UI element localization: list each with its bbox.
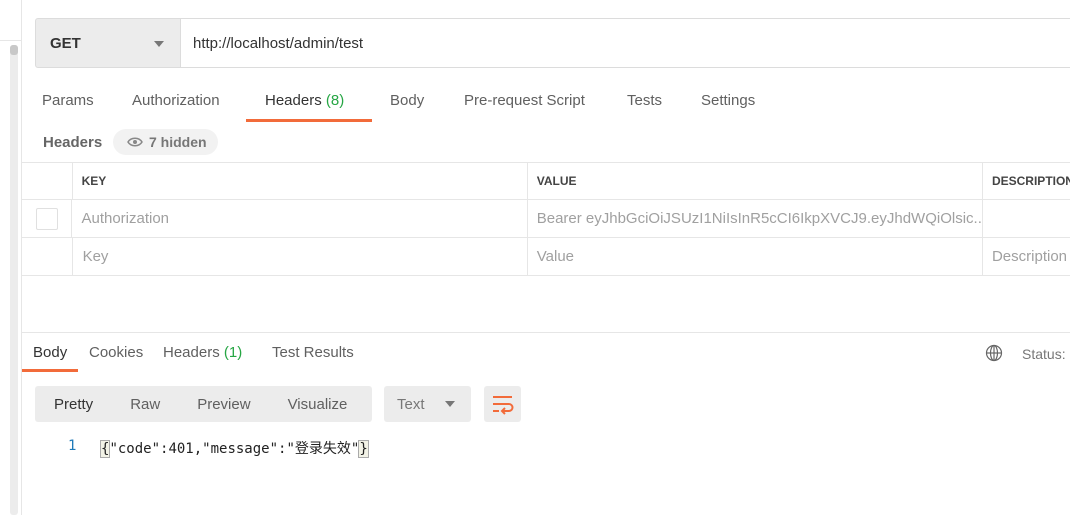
table-header: KEY VALUE DESCRIPTION — [22, 162, 1070, 200]
tab-label: Headers — [265, 92, 322, 109]
col-key: KEY — [73, 163, 528, 199]
status-label: Status: — [1022, 346, 1066, 362]
response-tab-headers[interactable]: Headers (1) — [163, 344, 242, 361]
key-input[interactable]: Key — [73, 238, 528, 275]
tab-settings[interactable]: Settings — [701, 92, 755, 109]
wrap-icon — [493, 396, 514, 415]
chevron-down-icon — [154, 41, 164, 47]
view-raw[interactable]: Raw — [130, 396, 160, 413]
url-input[interactable]: http://localhost/admin/test — [180, 18, 1070, 68]
tab-pre-request-script[interactable]: Pre-request Script — [464, 92, 585, 109]
tab-authorization[interactable]: Authorization — [132, 92, 220, 109]
hidden-headers-toggle[interactable]: 7 hidden — [113, 129, 218, 155]
description-input[interactable]: Description — [983, 238, 1070, 275]
tab-count: (1) — [223, 344, 243, 361]
response-tab-body[interactable]: Body — [33, 344, 67, 361]
value-input[interactable]: Value — [528, 238, 983, 275]
format-select[interactable]: Text — [384, 386, 471, 422]
view-preview[interactable]: Preview — [197, 396, 250, 413]
chevron-down-icon — [445, 401, 455, 407]
method-select[interactable]: GET — [35, 18, 181, 68]
line-number: 1 — [68, 438, 77, 454]
checkbox-col — [22, 163, 73, 199]
divider — [0, 40, 22, 41]
checkbox-cell — [22, 200, 73, 237]
scrollbar[interactable] — [10, 45, 18, 515]
tab-label: Headers — [163, 344, 220, 361]
tab-tests[interactable]: Tests — [627, 92, 662, 109]
divider — [22, 332, 1070, 333]
response-tab-cookies[interactable]: Cookies — [89, 344, 143, 361]
table-row-new: Key Value Description — [22, 238, 1070, 276]
globe-icon[interactable] — [985, 344, 1003, 362]
hidden-count: 7 hidden — [149, 134, 207, 150]
value-cell[interactable]: Bearer eyJhbGciOiJSUzI1NiIsInR5cCI6IkpXV… — [528, 200, 983, 237]
active-tab-indicator — [246, 119, 372, 122]
tab-params[interactable]: Params — [42, 92, 94, 109]
code-text: "code":401,"message":"登录失效" — [109, 441, 360, 457]
close-brace: } — [358, 440, 369, 458]
eye-icon — [127, 137, 143, 147]
key-cell[interactable]: Authorization — [72, 200, 528, 237]
view-visualize[interactable]: Visualize — [288, 396, 348, 413]
active-tab-indicator — [22, 369, 78, 372]
view-pretty[interactable]: Pretty — [54, 396, 93, 413]
col-description: DESCRIPTION — [991, 174, 1070, 188]
tab-count: (8) — [325, 92, 345, 109]
scrollbar-thumb[interactable] — [10, 45, 18, 55]
method-label: GET — [50, 34, 81, 52]
tab-headers[interactable]: Headers (8) — [265, 92, 344, 109]
headers-label: Headers — [43, 134, 103, 151]
checkbox-cell — [22, 238, 73, 275]
headers-table: KEY VALUE DESCRIPTION Authorization Bear… — [22, 162, 1070, 276]
view-mode-group: Pretty Raw Preview Visualize — [35, 386, 372, 422]
response-body-line[interactable]: {"code":401,"message":"登录失效"} — [99, 438, 369, 458]
table-row: Authorization Bearer eyJhbGciOiJSUzI1NiI… — [22, 200, 1070, 238]
row-checkbox[interactable] — [36, 207, 58, 230]
description-cell[interactable] — [983, 200, 1070, 237]
col-value: VALUE — [528, 163, 983, 199]
format-label: Text — [397, 395, 425, 413]
wrap-lines-button[interactable] — [484, 386, 521, 422]
response-tab-test-results[interactable]: Test Results — [272, 344, 354, 361]
tab-body[interactable]: Body — [390, 92, 424, 109]
